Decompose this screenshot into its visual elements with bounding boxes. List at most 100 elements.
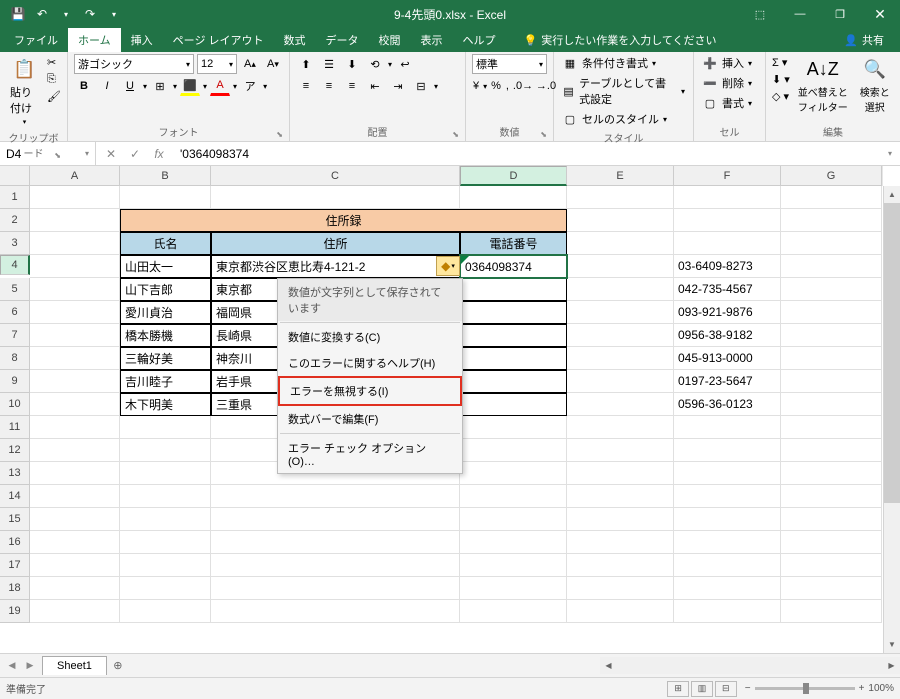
row-header[interactable]: 7 [0,324,30,347]
cell-A1[interactable] [30,186,120,209]
cell-F10[interactable]: 0596-36-0123 [674,393,781,416]
error-smart-tag[interactable]: ◆▾ [436,256,460,276]
cell-G8[interactable] [781,347,882,370]
row-header[interactable]: 10 [0,393,30,416]
orientation-icon[interactable]: ⟲ [365,54,385,74]
cell-D8[interactable] [460,347,567,370]
scroll-left-icon[interactable]: ◀ [600,657,617,674]
fill-color-button[interactable]: ⬛ [180,76,200,96]
conditional-format-button[interactable]: ▦条件付き書式 ▾ [560,54,687,72]
cell-A8[interactable] [30,347,120,370]
format-as-table-button[interactable]: ▤テーブルとして書式設定 ▾ [560,74,687,108]
cell-B7[interactable]: 橋本勝機 [120,324,211,347]
undo-dropdown-icon[interactable]: ▾ [56,4,76,24]
cell-G10[interactable] [781,393,882,416]
cell-D16[interactable] [460,531,567,554]
cell-G11[interactable] [781,416,882,439]
increase-indent-icon[interactable]: ⇥ [388,76,408,96]
cell-E12[interactable] [567,439,674,462]
row-header[interactable]: 6 [0,301,30,324]
row-header[interactable]: 17 [0,554,30,577]
cell-C3[interactable]: 住所 [211,232,460,255]
cell-D15[interactable] [460,508,567,531]
cell-B17[interactable] [120,554,211,577]
comma-icon[interactable]: , [505,76,510,96]
minimize-icon[interactable]: — [780,0,820,28]
cell-A3[interactable] [30,232,120,255]
cell-E11[interactable] [567,416,674,439]
row-header[interactable]: 9 [0,370,30,393]
cell-A5[interactable] [30,278,120,301]
scroll-right-icon[interactable]: ▶ [883,657,900,674]
cell-F19[interactable] [674,600,781,623]
italic-button[interactable]: I [97,76,117,96]
tab-home[interactable]: ホーム [68,28,121,52]
cell-E13[interactable] [567,462,674,485]
cell-D1[interactable] [460,186,567,209]
clear-icon[interactable]: ◇ ▾ [772,90,790,103]
menu-error-check-options[interactable]: エラー チェック オプション(O)… [278,435,462,473]
undo-icon[interactable]: ↶ [32,4,52,24]
cell-B18[interactable] [120,577,211,600]
copy-icon[interactable]: ⎘ [47,73,61,86]
insert-cells-button[interactable]: ➕挿入 ▾ [700,54,754,72]
align-right-icon[interactable]: ≡ [342,76,362,96]
cell-F1[interactable] [674,186,781,209]
paste-button[interactable]: 📋貼り付け▾ [6,54,43,128]
row-header[interactable]: 12 [0,439,30,462]
sheet-nav-prev-icon[interactable]: ◀ [4,660,20,671]
enter-icon[interactable]: ✓ [124,144,146,164]
delete-cells-button[interactable]: ➖削除 ▾ [700,74,754,92]
cell-A15[interactable] [30,508,120,531]
cell-A12[interactable] [30,439,120,462]
clipboard-dialog-icon[interactable]: ⬊ [54,151,61,160]
cell-C18[interactable] [211,577,460,600]
scroll-up-icon[interactable]: ▲ [884,186,900,203]
cell-D11[interactable] [460,416,567,439]
tab-review[interactable]: 校閲 [369,28,411,52]
cell-A18[interactable] [30,577,120,600]
sheet-tab-sheet1[interactable]: Sheet1 [42,656,107,675]
cell-A10[interactable] [30,393,120,416]
cell-D10[interactable] [460,393,567,416]
cell-C15[interactable] [211,508,460,531]
cell-G4[interactable] [781,255,882,278]
align-center-icon[interactable]: ≡ [319,76,339,96]
cell-F12[interactable] [674,439,781,462]
cell-F11[interactable] [674,416,781,439]
col-header-d[interactable]: D [460,166,567,186]
decrease-indent-icon[interactable]: ⇤ [365,76,385,96]
cell-D14[interactable] [460,485,567,508]
align-left-icon[interactable]: ≡ [296,76,316,96]
cell-E9[interactable] [567,370,674,393]
cell-D13[interactable] [460,462,567,485]
cell-A13[interactable] [30,462,120,485]
tab-view[interactable]: 表示 [411,28,453,52]
row-header[interactable]: 14 [0,485,30,508]
align-middle-icon[interactable]: ☰ [319,54,339,74]
align-bottom-icon[interactable]: ⬇ [342,54,362,74]
autosum-icon[interactable]: Σ ▾ [772,56,790,69]
cell-E6[interactable] [567,301,674,324]
zoom-level[interactable]: 100% [868,683,894,694]
expand-formula-bar-icon[interactable]: ▾ [880,149,900,158]
cell-B8[interactable]: 三輪好美 [120,347,211,370]
cell-B3[interactable]: 氏名 [120,232,211,255]
cell-A19[interactable] [30,600,120,623]
sheet-nav-next-icon[interactable]: ▶ [22,660,38,671]
cell-G14[interactable] [781,485,882,508]
cell-D5[interactable] [460,278,567,301]
align-dialog-icon[interactable]: ⬊ [452,130,459,139]
cell-C4[interactable]: 東京都渋谷区恵比寿4-121-2 [211,255,460,278]
cell-D18[interactable] [460,577,567,600]
sort-filter-button[interactable]: A↓Z並べ替えと フィルター [794,54,852,116]
menu-error-help[interactable]: このエラーに関するヘルプ(H) [278,350,462,376]
cell-G5[interactable] [781,278,882,301]
cell-A9[interactable] [30,370,120,393]
row-header[interactable]: 16 [0,531,30,554]
cell-A7[interactable] [30,324,120,347]
wrap-text-icon[interactable]: ↩ [395,54,415,74]
cell-B5[interactable]: 山下吉郎 [120,278,211,301]
cell-F5[interactable]: 042-735-4567 [674,278,781,301]
cell-E14[interactable] [567,485,674,508]
